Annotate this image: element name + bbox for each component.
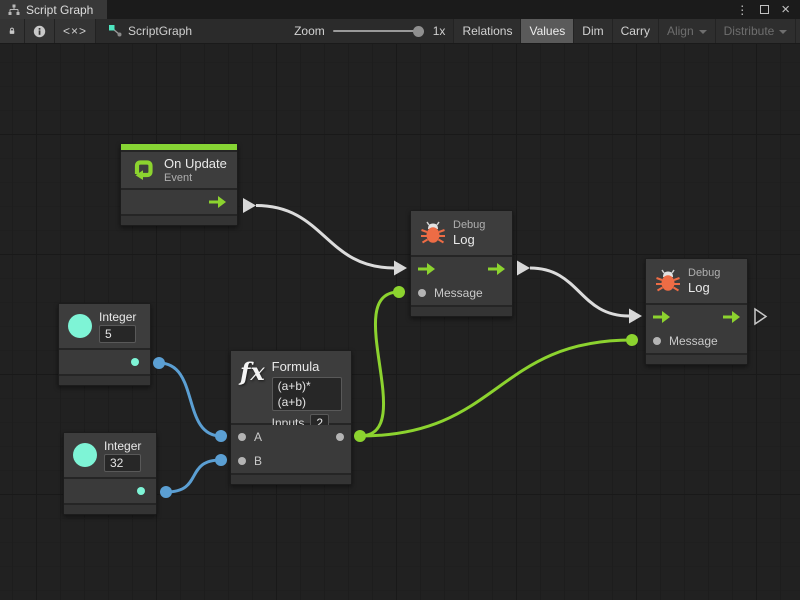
wire-value-int1-formula-a[interactable] [159, 363, 221, 436]
node-category: Debug [688, 267, 720, 279]
node-integer-2[interactable]: Integer 32 [63, 432, 157, 515]
node-footer [121, 216, 237, 225]
integer-output-port[interactable] [137, 487, 145, 495]
debug-bug-icon [655, 268, 681, 294]
node-title: Log [688, 280, 720, 295]
integer-type-icon [73, 443, 97, 467]
zoom-label: Zoom [294, 24, 325, 38]
wire-endpoint [215, 454, 227, 466]
wire-value-formula-log2[interactable] [360, 340, 632, 436]
zoom-slider-handle[interactable] [413, 26, 424, 37]
on-update-loop-icon [130, 157, 157, 184]
flow-cap-log1 [517, 261, 530, 276]
formula-input-a-port[interactable] [238, 433, 246, 441]
wire-flow-log1-log2[interactable] [530, 268, 629, 316]
port-label: Message [434, 286, 483, 300]
wire-flow-onupdate-log1[interactable] [256, 206, 394, 269]
code-icon: <×> [63, 24, 87, 38]
node-on-update[interactable]: On Update Event [120, 143, 238, 226]
toolbar-button-distribute[interactable]: Distribute [715, 19, 796, 43]
node-footer [646, 355, 747, 364]
formula-input-b-port[interactable] [238, 457, 246, 465]
flow-output-port[interactable] [209, 196, 226, 208]
formula-fx-icon: fx [240, 359, 265, 385]
zoom-value: 1x [431, 24, 446, 38]
flow-arrowhead-log2 [629, 309, 642, 324]
wire-endpoint [626, 334, 638, 346]
wire-endpoint [160, 486, 172, 498]
breadcrumb[interactable]: ScriptGraph [96, 19, 202, 43]
node-title: Integer [99, 310, 136, 324]
info-icon [33, 25, 46, 38]
node-title: Formula [272, 359, 342, 374]
flow-arrowhead-log1 [394, 261, 407, 276]
wire-value-formula-log1[interactable] [360, 292, 399, 436]
window-menu-icon[interactable]: ⋮ [736, 4, 748, 16]
node-title: Log [453, 232, 485, 247]
node-footer [231, 475, 351, 484]
chevron-down-icon [699, 30, 707, 34]
integer-output-port[interactable] [131, 358, 139, 366]
wire-endpoint [354, 430, 366, 442]
info-button[interactable] [25, 19, 55, 43]
toolbar-button-overview[interactable]: Overview [795, 19, 800, 43]
port-label: Message [669, 334, 718, 348]
node-footer [59, 376, 150, 385]
wire-value-int2-formula-b[interactable] [166, 460, 221, 492]
graph-toolbar: <×> ScriptGraph Zoom 1x Relations Values… [0, 19, 800, 44]
flow-cap-on-update [243, 198, 256, 213]
lock-button[interactable] [0, 19, 25, 43]
maximize-icon[interactable] [760, 5, 769, 14]
node-subtitle: Event [164, 172, 227, 184]
node-footer [64, 505, 156, 514]
lock-icon [8, 24, 16, 38]
flow-cap-log2-unconnected [755, 309, 766, 324]
titlebar-spacer [107, 0, 736, 19]
node-debug-log-1[interactable]: Debug Log Message [410, 210, 513, 317]
node-footer [411, 307, 512, 316]
integer-value-field[interactable]: 32 [104, 454, 141, 472]
breadcrumb-label: ScriptGraph [128, 24, 192, 38]
flow-input-port[interactable] [418, 263, 435, 275]
graph-canvas[interactable]: On Update Event Debu [0, 44, 800, 600]
flow-output-port[interactable] [723, 311, 740, 323]
tab-title: Script Graph [26, 3, 93, 17]
node-category: Debug [453, 219, 485, 231]
script-graph-window: Script Graph ⋮ × <×> [0, 0, 800, 600]
message-input-port[interactable] [653, 337, 661, 345]
debug-bug-icon [420, 220, 446, 246]
wire-endpoint [153, 357, 165, 369]
message-input-port[interactable] [418, 289, 426, 297]
wire-endpoint [393, 286, 405, 298]
formula-output-port[interactable] [336, 433, 344, 441]
toolbar-button-align[interactable]: Align [658, 19, 715, 43]
node-integer-1[interactable]: Integer 5 [58, 303, 151, 386]
wire-endpoint [215, 430, 227, 442]
node-debug-log-2[interactable]: Debug Log Message [645, 258, 748, 365]
code-preview-button[interactable]: <×> [55, 19, 96, 43]
integer-type-icon [68, 314, 92, 338]
flow-input-port[interactable] [653, 311, 670, 323]
node-title: On Update [164, 156, 227, 171]
formula-expression-field[interactable]: (a+b)*(a+b) [272, 377, 342, 411]
tab-script-graph[interactable]: Script Graph [0, 0, 107, 19]
toolbar-button-carry[interactable]: Carry [612, 19, 658, 43]
flow-output-port[interactable] [488, 263, 505, 275]
event-active-strip [121, 144, 237, 150]
chevron-down-icon [779, 30, 787, 34]
integer-value-field[interactable]: 5 [99, 325, 136, 343]
title-bar: Script Graph ⋮ × [0, 0, 800, 19]
toolbar-button-values[interactable]: Values [520, 19, 573, 43]
close-icon[interactable]: × [781, 2, 790, 17]
toolbar-button-dim[interactable]: Dim [573, 19, 611, 43]
node-title: Integer [104, 439, 141, 453]
toolbar-button-relations[interactable]: Relations [453, 19, 520, 43]
graph-hierarchy-icon [8, 4, 20, 16]
script-graph-asset-icon [108, 24, 122, 38]
port-label: A [254, 430, 262, 444]
zoom-slider[interactable] [333, 30, 423, 32]
port-label: B [254, 454, 262, 468]
node-formula[interactable]: fx Formula (a+b)*(a+b) Inputs 2 A [230, 350, 352, 485]
